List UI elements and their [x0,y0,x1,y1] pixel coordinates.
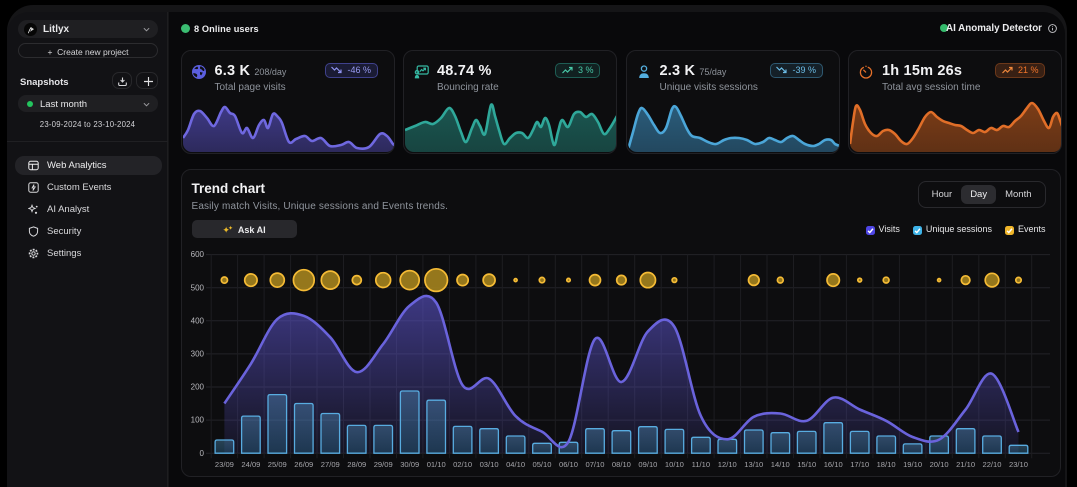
svg-text:27/09: 27/09 [320,460,339,469]
svg-text:25/09: 25/09 [267,460,286,469]
svg-text:17/10: 17/10 [850,460,869,469]
svg-text:14/10: 14/10 [770,460,789,469]
svg-text:06/10: 06/10 [558,460,577,469]
svg-text:03/10: 03/10 [479,460,498,469]
svg-text:08/10: 08/10 [611,460,630,469]
svg-text:05/10: 05/10 [532,460,551,469]
svg-text:30/09: 30/09 [400,460,419,469]
svg-text:10/10: 10/10 [664,460,683,469]
svg-text:19/10: 19/10 [903,460,922,469]
svg-text:28/09: 28/09 [347,460,366,469]
svg-text:09/10: 09/10 [638,460,657,469]
svg-text:300: 300 [190,350,204,359]
svg-text:200: 200 [190,383,204,392]
svg-text:600: 600 [190,250,204,259]
svg-text:12/10: 12/10 [717,460,736,469]
svg-text:500: 500 [190,283,204,292]
svg-text:0: 0 [199,449,204,458]
svg-text:04/10: 04/10 [506,460,525,469]
svg-text:22/10: 22/10 [982,460,1001,469]
svg-text:29/09: 29/09 [373,460,392,469]
svg-text:23/10: 23/10 [1008,460,1027,469]
svg-text:13/10: 13/10 [744,460,763,469]
svg-text:26/09: 26/09 [294,460,313,469]
svg-text:24/09: 24/09 [241,460,260,469]
svg-text:100: 100 [190,416,204,425]
svg-text:16/10: 16/10 [823,460,842,469]
svg-text:11/10: 11/10 [691,460,709,469]
svg-text:18/10: 18/10 [876,460,895,469]
svg-text:20/10: 20/10 [929,460,948,469]
svg-text:23/09: 23/09 [214,460,233,469]
svg-text:21/10: 21/10 [956,460,975,469]
svg-text:400: 400 [190,316,204,325]
svg-text:02/10: 02/10 [453,460,472,469]
svg-text:07/10: 07/10 [585,460,604,469]
svg-text:01/10: 01/10 [426,460,445,469]
svg-text:15/10: 15/10 [797,460,816,469]
